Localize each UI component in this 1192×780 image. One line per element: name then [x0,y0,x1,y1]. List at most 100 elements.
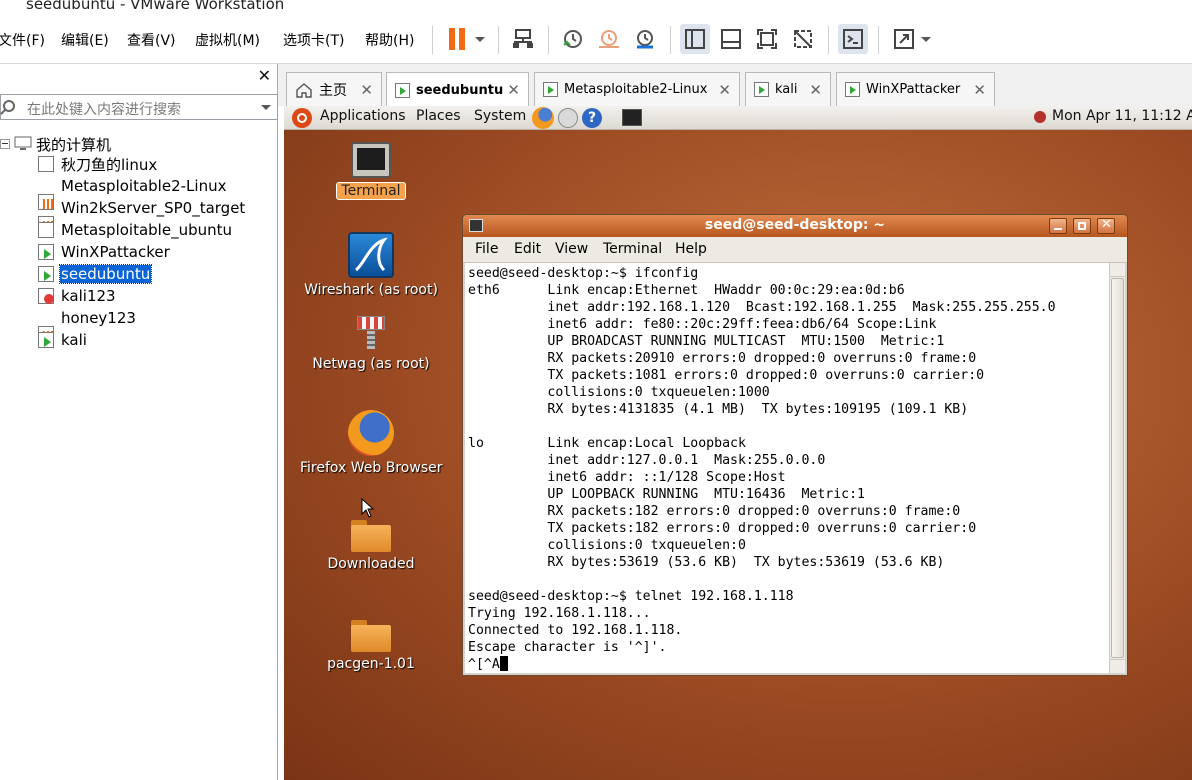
terminal-titlebar[interactable]: seed@seed-desktop: ~ ✕ [463,215,1127,237]
revert-icon [599,30,619,48]
terminal-line: Connected to 192.168.1.118. [468,623,683,638]
terminal-screen[interactable]: seed@seed-desktop:~$ ifconfig eth6 Link … [465,263,1109,673]
terminal-line: inet addr:127.0.0.1 Mask:255.0.0.0 [468,453,826,468]
menu-help[interactable]: 帮助(H) [365,30,414,50]
toolbar-separator [670,26,671,54]
unity-button[interactable] [788,24,818,54]
help-launcher-icon[interactable]: ? [582,108,602,128]
menu-vm[interactable]: 虚拟机(M) [195,30,260,50]
tree-item-vm[interactable]: Win2kServer_SP0_target [38,198,246,232]
terminal-scrollbar[interactable] [1109,263,1125,673]
console-view-button[interactable] [838,24,868,54]
vm-running-icon [845,82,860,97]
scroll-down-icon[interactable] [1110,659,1125,673]
suspend-button[interactable] [442,24,490,54]
close-tab-icon[interactable]: ✕ [718,81,731,99]
menu-view[interactable]: 查看(V) [127,30,176,50]
full-screen-icon [757,29,777,49]
tab-home[interactable]: 主页 ✕ [286,72,382,106]
close-tab-icon[interactable]: ✕ [507,81,520,99]
volume-icon[interactable] [1034,111,1046,123]
collapse-icon[interactable] [0,139,10,149]
minimize-button[interactable] [1049,218,1067,234]
menu-applications[interactable]: Applications [320,108,406,124]
library-search-input[interactable]: 在此处键入内容进行搜索 [0,94,278,120]
terminal-line: inet addr:192.168.1.120 Bcast:192.168.1.… [468,300,1056,315]
tab-seedubuntu[interactable]: seedubuntu ✕ [386,72,529,107]
close-tab-icon[interactable]: ✕ [809,81,822,99]
snapshot-manager-button[interactable] [630,24,660,54]
desktop-icon-downloaded[interactable]: Downloaded [296,514,446,572]
tree-item-vm[interactable]: WinXPattacker [38,242,171,262]
tree-item-vm[interactable]: 秋刀鱼的linux [38,154,158,174]
tab-label: 主页 [319,82,347,99]
tree-root-my-computer[interactable]: 我的计算机 [0,134,111,154]
terminal-output: seed@seed-desktop:~$ ifconfig eth6 Link … [468,265,1056,673]
guest-display[interactable]: Applications Places System ? Mon Apr 11,… [284,106,1192,780]
terminal-menu-edit[interactable]: Edit [514,241,541,257]
tree-item-vm[interactable]: Metasploitable_ubuntu [38,220,233,240]
thumbnail-bar-icon [721,29,741,49]
terminal-line: collisions:0 txqueuelen:1000 [468,385,770,400]
maximize-button[interactable] [1073,218,1091,234]
menu-file[interactable]: 文件(F) [0,30,45,50]
desktop-icon-firefox[interactable]: Firefox Web Browser [296,410,446,476]
scrollbar-thumb[interactable] [1111,278,1124,658]
terminal-menu-terminal[interactable]: Terminal [603,241,662,257]
snapshot-button[interactable] [558,24,588,54]
stretch-button[interactable] [888,24,936,54]
folder-icon [351,620,391,652]
tree-item-label: 秋刀鱼的linux [61,155,158,174]
close-window-button[interactable]: ✕ [1097,217,1115,234]
tab-metasploitable2-linux[interactable]: Metasploitable2-Linux ✕ [534,72,740,106]
tab-kali[interactable]: kali ✕ [745,72,831,106]
desktop-icon-label: Terminal [336,182,406,200]
full-screen-button[interactable] [752,24,782,54]
vm-paused-icon [543,82,558,97]
panel-clock[interactable]: Mon Apr 11, 11:12 AM [1052,108,1192,124]
terminal-line: eth6 Link encap:Ethernet HWaddr 00:0c:29… [468,283,905,298]
revert-snapshot-button[interactable] [594,24,624,54]
menu-places[interactable]: Places [416,108,461,124]
scroll-up-icon[interactable] [1110,263,1125,277]
tree-item-vm[interactable]: kali [38,330,88,350]
tree-item-vm[interactable]: honey123 [38,308,137,342]
desktop-icon-netwag[interactable]: Netwag (as root) [296,314,446,372]
mail-launcher-icon[interactable] [558,108,578,128]
desktop-icon-wireshark[interactable]: Wireshark (as root) [296,232,446,298]
vm-off-icon [38,156,54,172]
desktop-icon-terminal[interactable]: Terminal [296,142,446,200]
show-library-button[interactable] [680,24,710,54]
tree-item-vm[interactable]: Metasploitable2-Linux [38,176,227,210]
send-keys-button[interactable] [508,24,538,54]
tab-label: WinXPattacker [866,82,961,97]
search-placeholder: 在此处键入内容进行搜索 [27,102,181,118]
terminal-menu-file[interactable]: File [475,241,498,257]
terminal-line: inet6 addr: ::1/128 Scope:Host [468,470,786,485]
toolbar-separator [432,26,433,54]
menu-system[interactable]: System [474,108,526,124]
terminal-window[interactable]: seed@seed-desktop: ~ ✕ File Edit View Te… [462,214,1128,676]
close-tab-icon[interactable]: ✕ [360,81,373,99]
desktop-icon-pacgen[interactable]: pacgen-1.01 [296,614,446,672]
tree-item-vm[interactable]: kali123 [38,286,117,306]
show-thumbnail-bar-button[interactable] [716,24,746,54]
tree-item-label: WinXPattacker [61,243,170,261]
terminal-launcher-icon[interactable] [622,109,642,126]
terminal-menu-view[interactable]: View [555,241,588,257]
close-tab-icon[interactable]: ✕ [973,81,986,99]
terminal-cursor [499,656,508,671]
pause-icon [447,28,467,50]
tree-item-label: kali [61,331,87,349]
close-library-icon[interactable]: ✕ [258,68,271,84]
menu-edit[interactable]: 编辑(E) [61,30,109,50]
terminal-line: UP BROADCAST RUNNING MULTICAST MTU:1500 … [468,334,945,349]
tree-item-label: Metasploitable2-Linux [61,177,227,195]
terminal-menu-help[interactable]: Help [675,241,707,257]
tab-winxpattacker[interactable]: WinXPattacker ✕ [836,72,995,106]
chevron-down-icon[interactable] [261,105,271,110]
tree-item-vm-selected[interactable]: seedubuntu [38,264,153,284]
terminal-line: Trying 192.168.1.118... [468,606,651,621]
firefox-launcher-icon[interactable] [532,107,554,129]
menu-tabs[interactable]: 选项卡(T) [283,30,344,50]
